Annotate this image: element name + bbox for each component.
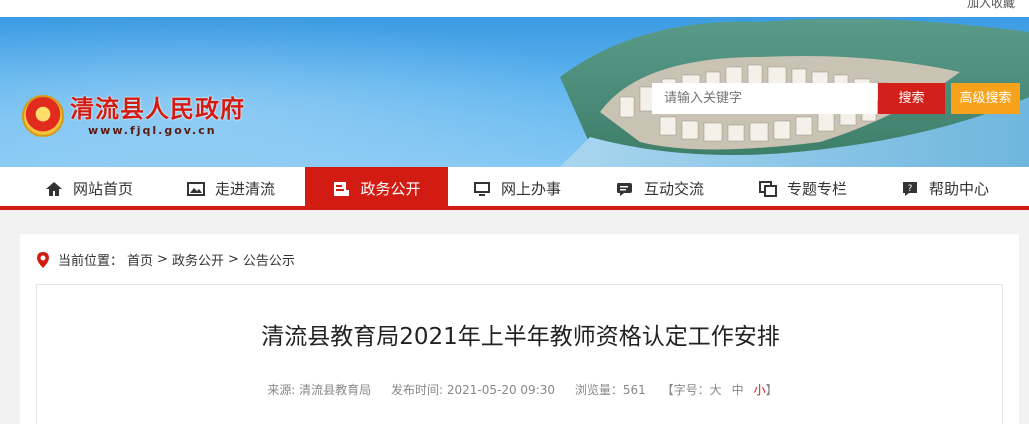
breadcrumb: 当前位置： 首页 > 政务公开 > 公告公示 [36,250,299,269]
site-url: www.fjql.gov.cn [88,123,217,137]
national-emblem-icon [22,95,64,137]
article-panel: 清流县教育局2021年上半年教师资格认定工作安排 来源: 清流县教育局 发布时间… [36,284,1003,424]
location-pin-icon [37,251,49,268]
site-name: 清流县人民政府 [70,93,245,123]
nav-item-online-service[interactable]: 网上办事 [473,167,561,210]
breadcrumb-home[interactable]: 首页 [127,250,153,269]
breadcrumb-prefix: 当前位置： [58,254,124,269]
nav-item-interaction[interactable]: 互动交流 [616,167,704,210]
font-size-label: 【字号： [661,383,710,397]
header-banner: 清流县人民政府 www.fjql.gov.cn 搜索 高级搜索 [0,17,1029,167]
add-favorite-link[interactable]: 加入收藏 [967,0,1015,11]
advanced-search-button[interactable]: 高级搜索 [951,83,1020,114]
font-size-large-button[interactable]: 大 [710,383,722,397]
image-icon [187,181,205,196]
article-published: 发布时间: 2021-05-20 09:30 [391,383,556,397]
nav-label: 专题专栏 [787,180,848,198]
nav-label: 网上办事 [501,180,562,198]
nav-label: 走进清流 [215,180,276,198]
svg-text:?: ? [908,184,913,194]
nav-label: 帮助中心 [929,180,990,198]
nav-item-help[interactable]: ? 帮助中心 [901,167,989,210]
nav-item-about[interactable]: 走进清流 [187,167,275,210]
breadcrumb-separator: > [227,252,239,267]
help-icon: ? [903,181,917,196]
search-input[interactable] [652,83,877,114]
font-size-small-button[interactable]: 小 [754,383,766,397]
font-size-controls: 【字号：大中小】 [662,383,778,397]
breadcrumb-notices[interactable]: 公告公示 [243,250,295,269]
font-size-medium-button[interactable]: 中 [732,383,744,397]
nav-label: 网站首页 [73,180,134,198]
top-bar: 加入收藏 [0,0,1029,17]
home-icon [46,181,62,196]
article-title: 清流县教育局2021年上半年教师资格认定工作安排 [261,324,780,350]
monitor-icon [474,181,490,196]
article-views: 浏览量：561 [574,383,646,397]
nav-item-topics[interactable]: 专题专栏 [759,167,847,210]
article-meta: 来源: 清流县教育局 发布时间: 2021-05-20 09:30 浏览量：56… [37,381,1004,398]
chat-icon [617,182,632,196]
site-logo[interactable]: 清流县人民政府 www.fjql.gov.cn [22,95,245,137]
font-size-close: 】 [765,383,778,397]
layers-icon [759,180,777,197]
search-button[interactable]: 搜索 [878,83,945,114]
nav-item-home[interactable]: 网站首页 [45,167,133,210]
document-icon [334,181,350,196]
breadcrumb-separator: > [157,252,168,267]
breadcrumb-gov-affairs[interactable]: 政务公开 [172,250,224,269]
nav-item-gov-affairs[interactable]: 政务公开 [305,167,448,210]
main-content: 当前位置： 首页 > 政务公开 > 公告公示 清流县教育局2021年上半年教师资… [20,234,1019,424]
article-source: 来源: 清流县教育局 [267,383,372,397]
nav-label: 政务公开 [360,180,421,198]
nav-label: 互动交流 [644,180,705,198]
main-nav: 网站首页 走进清流 政务公开 网上办事 互动交流 专题专栏 ? 帮助中心 [0,167,1029,210]
